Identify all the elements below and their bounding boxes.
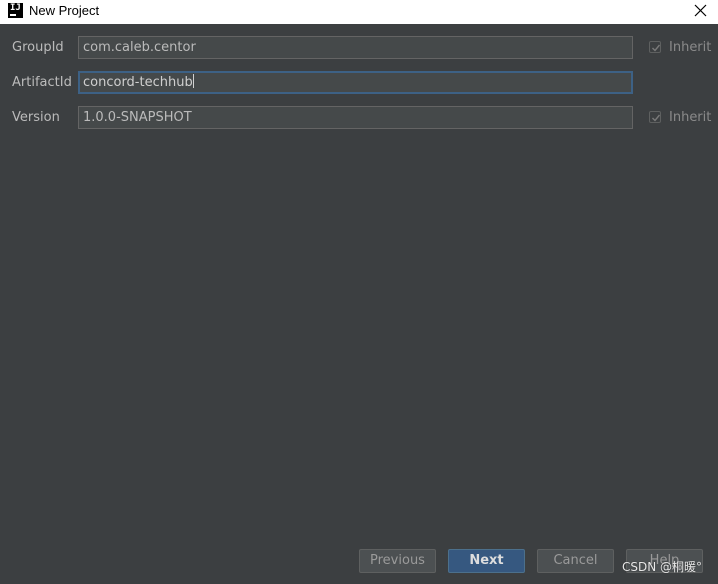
close-button[interactable] [690,0,712,22]
artifact-id-label: ArtifactId [12,75,72,90]
inherit-label: Inherit [669,110,712,125]
cancel-button[interactable]: Cancel [537,549,614,573]
checkmark-icon [652,44,661,52]
title-bar: IJ New Project [0,0,718,24]
version-input[interactable]: 1.0.0-SNAPSHOT [78,106,633,129]
artifact-id-input[interactable]: concord-techhub [78,71,633,94]
inherit-label: Inherit [669,40,712,55]
text-caret [192,74,194,88]
checkmark-icon [652,114,661,122]
checkbox-box [649,41,661,53]
next-button[interactable]: Next [448,549,525,573]
csdn-watermark: CSDN @桐暖° [622,560,703,574]
artifact-id-value: concord-techhub [83,75,193,90]
version-label: Version [12,110,60,125]
previous-button[interactable]: Previous [359,549,436,573]
window-title: New Project [29,3,100,18]
checkbox-box [649,111,661,123]
group-id-label: GroupId [12,40,64,55]
intellij-app-icon: IJ [8,3,23,18]
group-id-input[interactable]: com.caleb.centor [78,36,633,59]
close-icon [694,4,707,17]
